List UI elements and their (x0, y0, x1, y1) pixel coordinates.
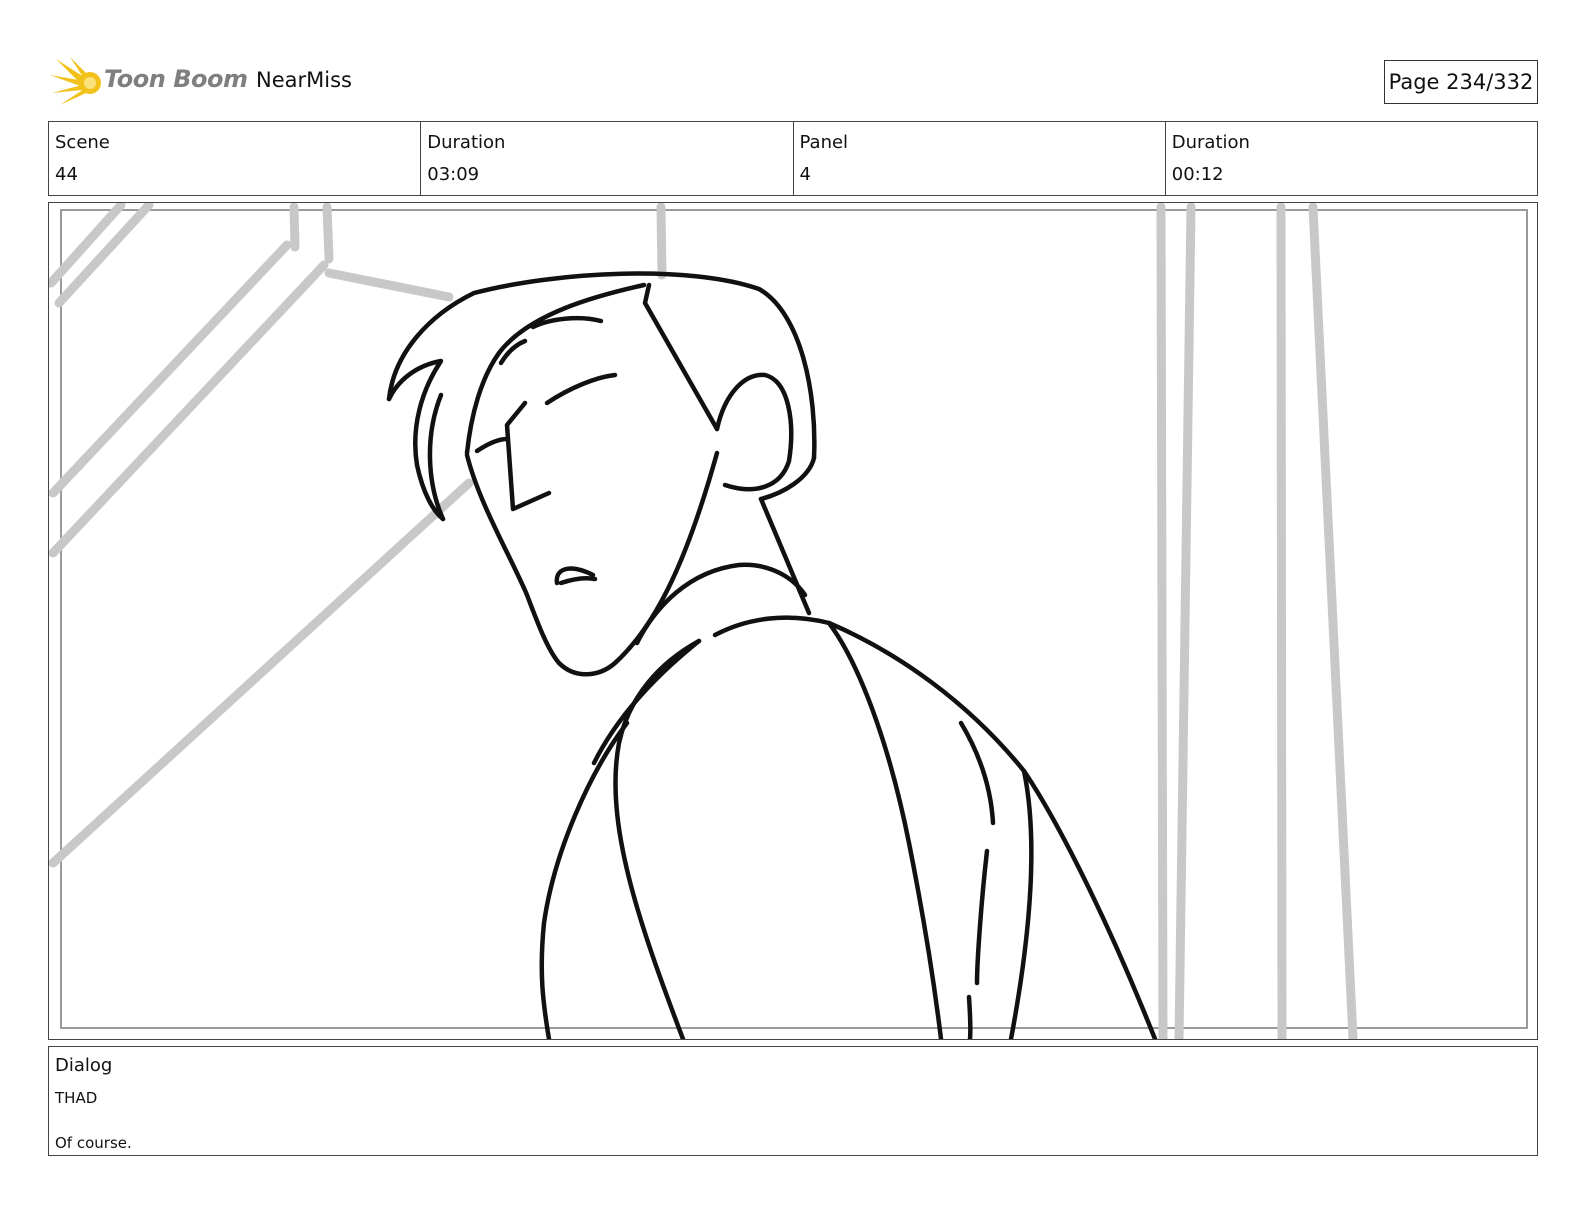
character-sketch (386, 271, 1158, 1039)
background-sketch (49, 203, 1358, 1039)
scene-value: 44 (55, 164, 78, 185)
page-header: Toon Boom NearMiss Page 234/332 (0, 0, 1584, 118)
scene-cell: Scene 44 (49, 122, 422, 195)
scene-duration-cell: Duration 03:09 (421, 122, 794, 195)
panel-label: Panel (799, 132, 849, 153)
scene-label: Scene (55, 132, 110, 153)
panel-duration-value: 00:12 (1171, 164, 1224, 185)
panel-duration-label: Duration (1171, 132, 1250, 153)
dialog-line: Of course. (55, 1134, 132, 1152)
panel-cell: Panel 4 (794, 122, 1166, 195)
panel-sketch (49, 203, 1528, 1039)
toon-boom-logo: Toon Boom (50, 55, 248, 109)
logo-text: Toon Boom (104, 65, 248, 93)
scene-duration-label: Duration (427, 132, 506, 153)
scene-info-table: Scene 44 Duration 03:09 Panel 4 Duration… (48, 121, 1538, 196)
sun-burst-icon (50, 57, 101, 105)
dialog-box: Dialog THAD Of course. (48, 1046, 1538, 1156)
storyboard-panel (48, 202, 1538, 1040)
scene-duration-value: 03:09 (427, 164, 480, 185)
project-title: NearMiss (256, 68, 352, 92)
dialog-label: Dialog (55, 1055, 113, 1076)
page-indicator: Page 234/332 (1384, 60, 1538, 104)
dialog-speaker: THAD (55, 1089, 98, 1107)
panel-duration-cell: Duration 00:12 (1166, 122, 1537, 195)
panel-value: 4 (799, 164, 811, 185)
